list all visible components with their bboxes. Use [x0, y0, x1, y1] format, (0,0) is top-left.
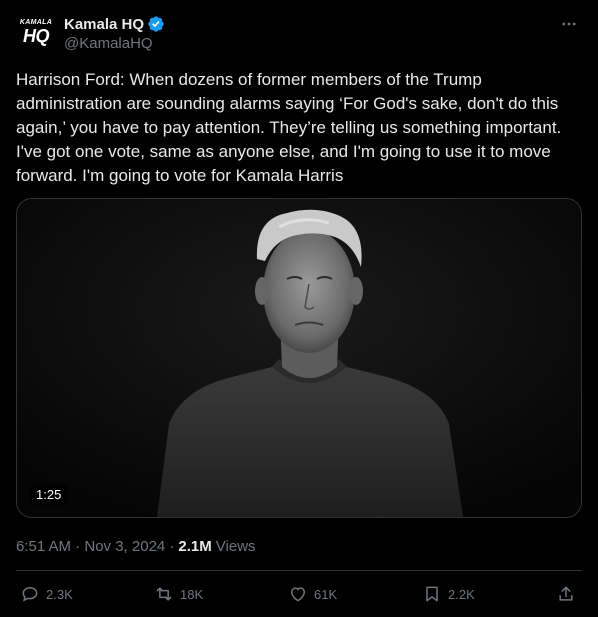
divider: [16, 570, 582, 571]
reply-icon: [22, 586, 38, 602]
video-player[interactable]: 1:25: [16, 198, 582, 518]
more-icon[interactable]: [558, 14, 580, 34]
views-count: 2.1M: [178, 537, 212, 555]
repost-button[interactable]: 18K: [154, 580, 203, 608]
share-button[interactable]: [556, 580, 576, 608]
timestamp[interactable]: 6:51 AM · Nov 3, 2024 ·: [16, 538, 174, 555]
like-icon: [290, 587, 306, 602]
tweet-header: KAMALA HQ Kamala HQ @KamalaHQ: [16, 12, 582, 56]
video-thumbnail: [17, 199, 581, 517]
repost-icon: [156, 587, 172, 601]
bookmark-icon: [426, 586, 438, 602]
handle[interactable]: @KamalaHQ: [64, 35, 165, 52]
reply-button[interactable]: 2.3K: [20, 580, 73, 608]
bookmark-button[interactable]: 2.2K: [422, 580, 475, 608]
like-button[interactable]: 61K: [288, 580, 337, 608]
action-bar: 2.3K 18K 61K 2.2K: [16, 580, 582, 608]
reply-count: 2.3K: [46, 586, 73, 602]
avatar[interactable]: KAMALA HQ: [16, 12, 56, 52]
verified-badge-icon: [148, 16, 164, 32]
tweet-text: Harrison Ford: When dozens of former mem…: [16, 70, 562, 185]
tweet: KAMALA HQ Kamala HQ @KamalaHQ Harrison F…: [0, 0, 598, 617]
avatar-text-big: HQ: [23, 26, 50, 46]
avatar-text-small: KAMALA: [19, 19, 53, 26]
video-duration: 1:25: [29, 485, 69, 505]
like-count: 61K: [314, 586, 338, 602]
share-icon: [559, 586, 573, 601]
views-label: Views: [215, 537, 256, 555]
repost-count: 18K: [180, 586, 204, 602]
tweet-meta: 6:51 AM · Nov 3, 2024 · 2.1M Views: [16, 536, 256, 556]
author-info: Kamala HQ @KamalaHQ: [64, 14, 165, 52]
display-name[interactable]: Kamala HQ: [64, 16, 144, 33]
bookmark-count: 2.2K: [448, 586, 475, 602]
